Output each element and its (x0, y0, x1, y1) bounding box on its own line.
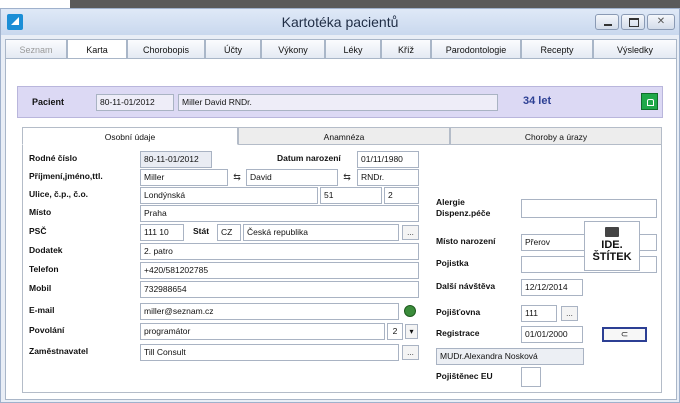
label-povolani: Povolání (29, 325, 65, 335)
pojistenec-eu-checkbox[interactable] (521, 367, 541, 387)
chevron-down-icon[interactable]: ▾ (405, 324, 418, 339)
label-psc: PSČ (29, 226, 47, 236)
sub-tabs: Osobní údaje Anamnéza Choroby a úrazy (22, 127, 662, 145)
registrace-field[interactable]: 01/01/2000 (521, 326, 583, 343)
stat-lookup-button[interactable]: ... (402, 225, 419, 240)
mobil-field[interactable]: 732988654 (140, 281, 419, 298)
tab-parodontologie[interactable]: Parodontologie (431, 39, 521, 59)
close-icon: ✕ (656, 16, 666, 27)
print-label-button[interactable]: IDE. ŠTÍTEK (584, 221, 640, 271)
label-prijmeni: Příjmení,jméno,ttl. (29, 171, 103, 181)
swap-icon[interactable]: ⇆ (338, 169, 356, 186)
label-email: E-mail (29, 305, 55, 315)
label-registrace: Registrace (436, 328, 480, 338)
cislo-orientacni-field[interactable]: 2 (384, 187, 419, 204)
label-pojistovna: Pojišťovna (436, 307, 481, 317)
print-label-text: IDE. ŠTÍTEK (592, 239, 632, 263)
pojistovna-lookup-button[interactable]: ... (561, 306, 578, 321)
alergie-field[interactable] (521, 199, 657, 218)
label-rodne-cislo: Rodné číslo (29, 153, 78, 163)
patient-name: Miller David RNDr. (178, 94, 498, 111)
tab-karta[interactable]: Karta (67, 39, 127, 60)
window-title: Kartotéka pacientů (281, 14, 399, 30)
lock-icon[interactable] (641, 93, 658, 110)
pojistovna-field[interactable]: 111 (521, 305, 557, 322)
tab-kriz[interactable]: Kříž (381, 39, 431, 59)
tab-vysledky[interactable]: Výsledky (593, 39, 677, 59)
telefon-field[interactable]: +420/581202785 (140, 262, 419, 279)
maximize-button[interactable] (621, 14, 645, 30)
patient-age: 34 let (523, 95, 552, 107)
globe-icon[interactable] (404, 305, 416, 317)
psc-field[interactable]: 111 10 (140, 224, 184, 241)
label-dodatek: Dodatek (29, 245, 63, 255)
povolani-field[interactable]: programátor (140, 323, 385, 340)
label-misto: Místo (29, 207, 52, 217)
jmeno-field[interactable]: David (246, 169, 338, 186)
dodatek-field[interactable]: 2. patro (140, 243, 419, 260)
zamestnavatel-lookup-button[interactable]: ... (402, 345, 419, 360)
label-mobil: Mobil (29, 283, 52, 293)
tab-anamneza[interactable]: Anamnéza (238, 127, 450, 145)
top-strip (70, 0, 680, 8)
email-field[interactable]: miller@seznam.cz (140, 303, 399, 320)
tab-osobni-udaje[interactable]: Osobní údaje (22, 127, 238, 145)
cislo-popisne-field[interactable]: 51 (320, 187, 382, 204)
zamestnavatel-field[interactable]: Till Consult (140, 344, 399, 361)
swap-icon[interactable]: ⇆ (228, 169, 246, 186)
tab-chorobopis[interactable]: Chorobopis (127, 39, 205, 59)
tab-ucty[interactable]: Účty (205, 39, 261, 59)
karta-panel: Pacient 80-11-01/2012 Miller David RNDr.… (5, 58, 677, 400)
close-button[interactable]: ✕ (647, 14, 675, 30)
misto-field[interactable]: Praha (140, 205, 419, 222)
printer-icon (605, 227, 619, 237)
rodne-cislo-field[interactable]: 80-11-01/2012 (140, 151, 212, 168)
patient-label: Pacient (32, 97, 65, 107)
title-bar: Kartotéka pacientů ✕ (1, 9, 679, 35)
patient-bar: Pacient 80-11-01/2012 Miller David RNDr.… (17, 86, 663, 118)
label-telefon: Telefon (29, 264, 59, 274)
patient-birth-number: 80-11-01/2012 (96, 94, 174, 111)
datum-narozeni-field[interactable]: 01/11/1980 (357, 151, 419, 168)
label-alergie: Alergie Dispenz.péče (436, 197, 491, 218)
patient-card-window: Kartotéka pacientů ✕ Seznam Karta Chorob… (0, 8, 680, 403)
label-ulice: Ulice, č.p., č.o. (29, 189, 89, 199)
lekar-field[interactable]: MUDr.Alexandra Nosková (436, 348, 584, 365)
label-pojistka: Pojistka (436, 258, 469, 268)
titul-field[interactable]: RNDr. (357, 169, 419, 186)
tab-choroby-urazy[interactable]: Choroby a úrazy (450, 127, 662, 145)
label-stat: Stát (193, 226, 210, 236)
select-doctor-button[interactable]: ⊂ (602, 327, 647, 342)
tab-recepty[interactable]: Recepty (521, 39, 593, 59)
personal-data-form: Rodné číslo 80-11-01/2012 Datum narození… (22, 145, 662, 393)
label-misto-narozeni: Místo narození (436, 236, 496, 246)
minimize-button[interactable] (595, 14, 619, 30)
label-pojistenec-eu: Pojištěnec EU (436, 371, 493, 381)
tab-vykony[interactable]: Výkony (261, 39, 325, 59)
main-tabs: Seznam Karta Chorobopis Účty Výkony Léky… (5, 39, 677, 60)
stat-name-field[interactable]: Česká republika (243, 224, 399, 241)
povolani-code-field[interactable]: 2 (387, 323, 403, 340)
prijmeni-field[interactable]: Miller (140, 169, 228, 186)
label-datum-narozeni: Datum narození (277, 153, 341, 163)
tab-seznam[interactable]: Seznam (5, 39, 67, 59)
ulice-field[interactable]: Londýnská (140, 187, 318, 204)
tab-leky[interactable]: Léky (325, 39, 381, 59)
dalsi-navsteva-field[interactable]: 12/12/2014 (521, 279, 583, 296)
label-dalsi-navsteva: Další návštěva (436, 281, 496, 291)
stat-code-field[interactable]: CZ (217, 224, 241, 241)
label-zamestnavatel: Zaměstnavatel (29, 346, 89, 356)
